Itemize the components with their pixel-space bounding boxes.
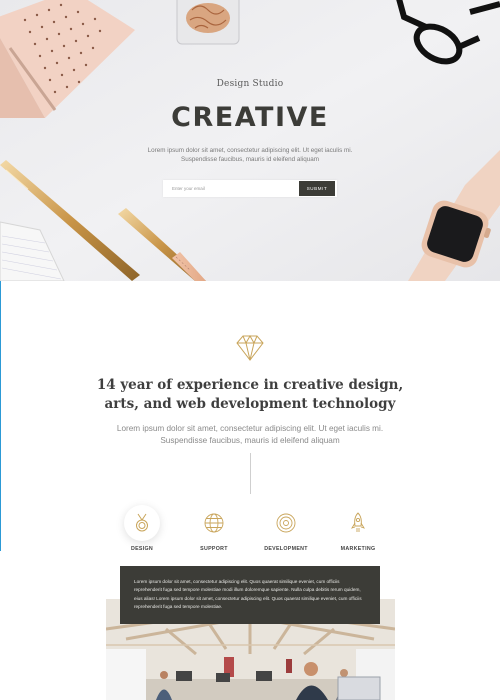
- hero-desk-photo: [0, 0, 500, 281]
- target-icon: [276, 513, 296, 533]
- medal-icon: [136, 513, 148, 532]
- hero-subtitle: Design Studio: [216, 79, 284, 89]
- submit-button[interactable]: SUBMIT: [299, 181, 335, 196]
- email-input[interactable]: [163, 180, 298, 197]
- service-development-circle: [268, 505, 304, 541]
- service-support[interactable]: SUPPORT: [174, 505, 254, 552]
- diamond-icon: [236, 334, 264, 366]
- info-panel: Lorem ipsum dolor sit amet, consectetur …: [120, 566, 380, 624]
- clip-jar-illustration: [176, 0, 240, 45]
- service-label: DEVELOPMENT: [264, 546, 308, 552]
- service-label: DESIGN: [130, 546, 154, 552]
- service-marketing-circle: [340, 505, 376, 541]
- service-marketing[interactable]: MARKETING: [318, 505, 398, 552]
- service-label: MARKETING: [340, 546, 376, 552]
- globe-icon: [204, 513, 224, 533]
- vertical-divider: [250, 453, 251, 494]
- left-edge-line: [0, 281, 1, 551]
- service-design[interactable]: DESIGN: [102, 505, 182, 552]
- service-design-circle: [124, 505, 160, 541]
- service-label: SUPPORT: [200, 546, 228, 552]
- rocket-icon: [350, 512, 366, 532]
- hero-title: CREATIVE: [171, 102, 329, 133]
- about-heading: 14 year of experience in creative design…: [96, 377, 404, 412]
- hero-description: Lorem ipsum dolor sit amet, consectetur …: [147, 147, 353, 163]
- about-description: Lorem ipsum dolor sit amet, consectetur …: [116, 424, 384, 445]
- service-development[interactable]: DEVELOPMENT: [246, 505, 326, 552]
- service-support-circle: [196, 505, 232, 541]
- hero-section: Design Studio CREATIVE Lorem ipsum dolor…: [0, 0, 500, 281]
- email-signup-form: SUBMIT: [163, 180, 337, 197]
